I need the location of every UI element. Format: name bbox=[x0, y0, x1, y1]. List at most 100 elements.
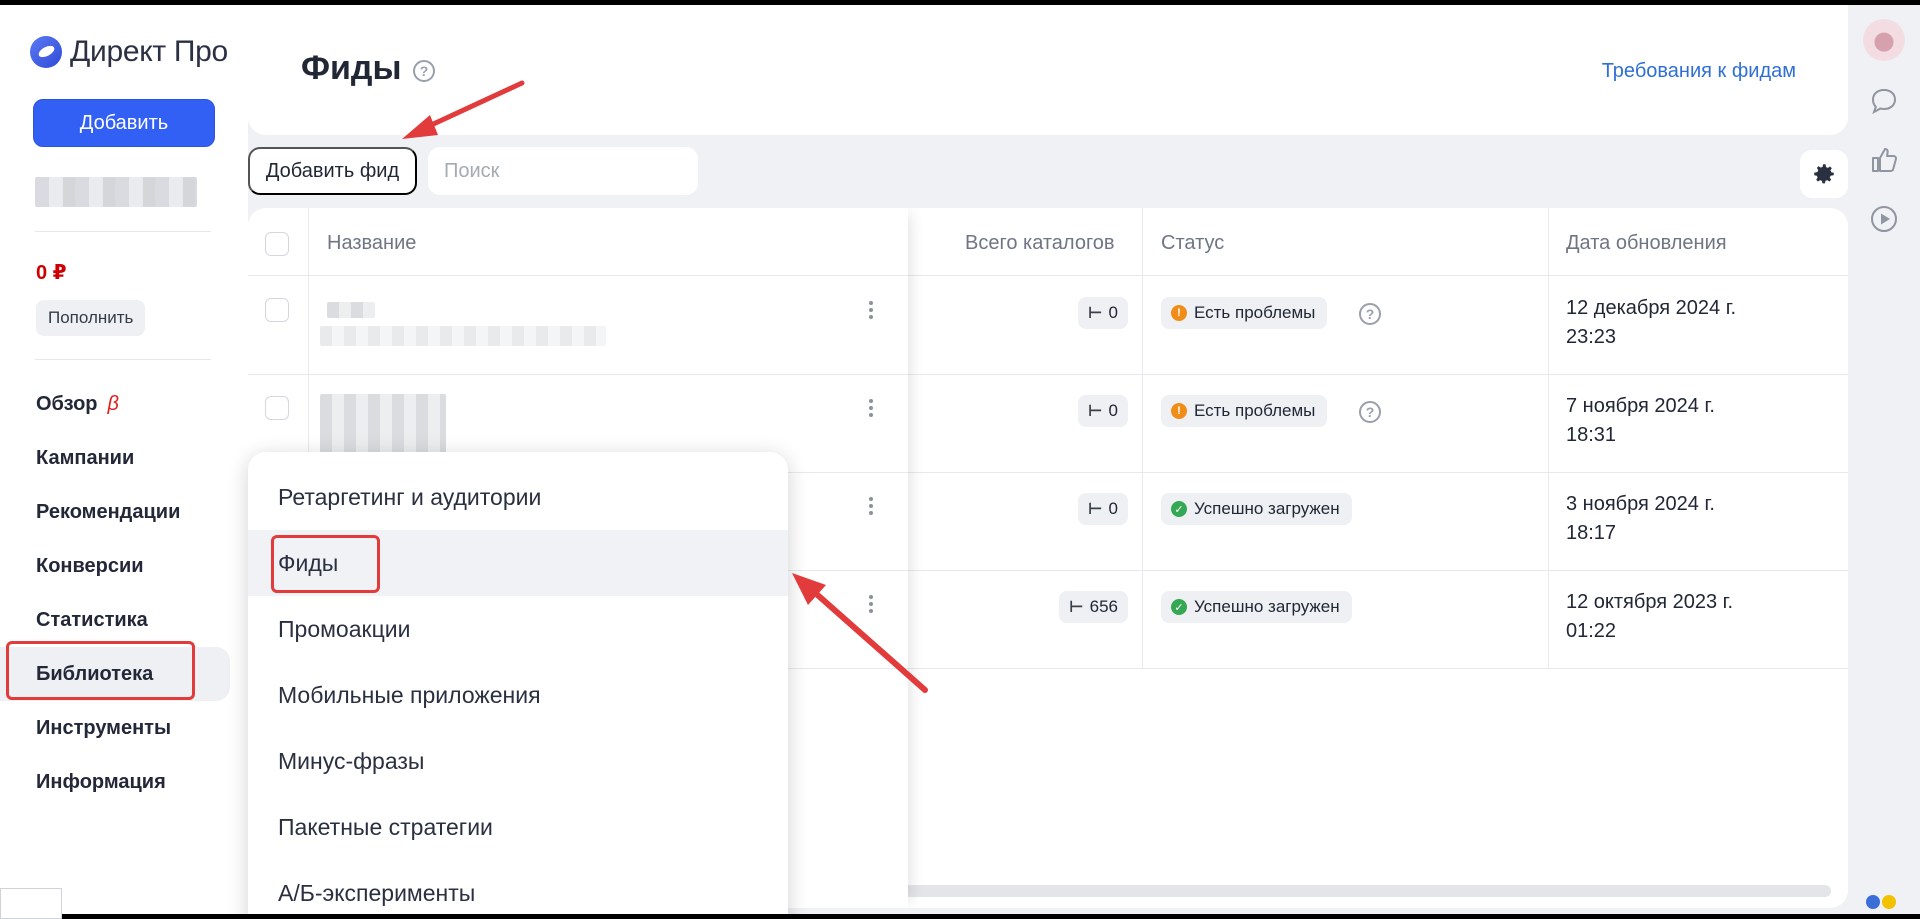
column-header-updated[interactable]: Дата обновления bbox=[1566, 232, 1727, 255]
nav-item-conversions[interactable]: Конверсии bbox=[0, 539, 248, 593]
updated-date: 12 октября 2023 г. 01:22 bbox=[1566, 588, 1733, 646]
nav-item-information[interactable]: Информация bbox=[0, 755, 248, 809]
avatar[interactable] bbox=[1863, 19, 1905, 61]
add-button[interactable]: Добавить bbox=[33, 99, 215, 147]
nav-item-campaigns[interactable]: Кампании bbox=[0, 431, 248, 485]
row-menu-icon[interactable] bbox=[868, 298, 874, 322]
feed-name-redacted[interactable] bbox=[320, 394, 446, 454]
row-menu-icon[interactable] bbox=[868, 396, 874, 420]
status-text: Есть проблемы bbox=[1194, 303, 1316, 322]
updated-date: 7 ноября 2024 г. 18:31 bbox=[1566, 392, 1715, 450]
account-selector[interactable] bbox=[35, 177, 197, 207]
menu-item-negative-keywords[interactable]: Минус-фразы bbox=[248, 728, 788, 794]
divider bbox=[35, 359, 211, 360]
sidebar: Директ Про Добавить 0 ₽ Пополнить Обзор … bbox=[0, 5, 248, 914]
status-badge: ✓ Успешно загружен bbox=[1161, 493, 1352, 525]
table-settings-button[interactable] bbox=[1800, 150, 1848, 198]
search-input[interactable] bbox=[428, 147, 698, 195]
nav-item-label: Рекомендации bbox=[36, 500, 181, 523]
nav-item-overview[interactable]: Обзор β bbox=[0, 377, 248, 431]
column-header-catalogs[interactable]: Всего каталогов bbox=[965, 232, 1115, 255]
updated-date-day: 7 ноября 2024 г. bbox=[1566, 395, 1715, 417]
updated-date: 3 ноября 2024 г. 18:17 bbox=[1566, 490, 1715, 548]
yellow-dot-icon bbox=[1882, 895, 1896, 909]
menu-item-feeds[interactable]: Фиды bbox=[248, 530, 788, 596]
status-badge: ! Есть проблемы bbox=[1161, 395, 1328, 427]
catalog-tree-icon: ⊢ bbox=[1069, 599, 1084, 616]
column-divider bbox=[1142, 208, 1143, 668]
page-header: Фиды ? Требования к фидам bbox=[248, 5, 1848, 135]
feed-requirements-link[interactable]: Требования к фидам bbox=[1602, 60, 1796, 83]
status-badge: ! Есть проблемы bbox=[1161, 297, 1328, 329]
thumbs-up-icon[interactable] bbox=[1868, 144, 1900, 176]
app-root: Директ Про Добавить 0 ₽ Пополнить Обзор … bbox=[0, 5, 1920, 914]
status-text: Успешно загружен bbox=[1194, 499, 1340, 518]
column-header-status[interactable]: Статус bbox=[1161, 232, 1224, 255]
status-help-icon[interactable]: ? bbox=[1359, 303, 1381, 325]
catalog-count-chip: ⊢ 0 bbox=[1077, 395, 1128, 427]
status-badge: ✓ Успешно загружен bbox=[1161, 591, 1352, 623]
menu-item-mobile-apps[interactable]: Мобильные приложения bbox=[248, 662, 788, 728]
updated-date-time: 18:17 bbox=[1566, 522, 1617, 544]
right-rail bbox=[1848, 5, 1920, 914]
menu-item-promotions[interactable]: Промоакции bbox=[248, 596, 788, 662]
row-divider bbox=[248, 374, 908, 375]
catalog-count-chip: ⊢ 0 bbox=[1077, 493, 1128, 525]
logo-icon bbox=[30, 36, 62, 68]
topup-button[interactable]: Пополнить bbox=[36, 300, 146, 336]
row-divider bbox=[248, 275, 908, 276]
warning-icon: ! bbox=[1171, 305, 1187, 321]
nav-item-statistics[interactable]: Статистика bbox=[0, 593, 248, 647]
catalog-count: 656 bbox=[1089, 597, 1118, 616]
row-menu-icon[interactable] bbox=[868, 592, 874, 616]
nav-item-tools[interactable]: Инструменты bbox=[0, 701, 248, 755]
nav-item-library[interactable]: Библиотека bbox=[0, 647, 230, 701]
help-icon[interactable]: ? bbox=[413, 60, 435, 82]
nav-item-label: Конверсии bbox=[36, 554, 144, 577]
theme-indicator bbox=[1866, 895, 1896, 911]
catalog-count-chip: ⊢ 0 bbox=[1077, 297, 1128, 329]
updated-date-day: 12 октября 2023 г. bbox=[1566, 591, 1734, 613]
row-checkbox[interactable] bbox=[265, 298, 289, 322]
add-feed-button[interactable]: Добавить фид bbox=[248, 147, 417, 195]
updated-date-day: 12 декабря 2024 г. bbox=[1566, 297, 1737, 319]
catalog-count-chip: ⊢ 656 bbox=[1059, 591, 1128, 623]
row-checkbox[interactable] bbox=[265, 396, 289, 420]
logo[interactable]: Директ Про bbox=[30, 35, 228, 69]
column-header-name[interactable]: Название bbox=[327, 232, 416, 255]
chat-icon[interactable] bbox=[1868, 85, 1900, 117]
nav-item-recommendations[interactable]: Рекомендации bbox=[0, 485, 248, 539]
logo-text: Директ Про bbox=[70, 35, 228, 68]
catalog-count: 0 bbox=[1108, 401, 1118, 420]
main-nav: Обзор β Кампании Рекомендации Конверсии … bbox=[0, 377, 248, 809]
play-icon[interactable] bbox=[1868, 203, 1900, 235]
catalog-tree-icon: ⊢ bbox=[1087, 403, 1103, 420]
balance: 0 ₽ bbox=[36, 262, 67, 284]
row-menu-icon[interactable] bbox=[868, 494, 874, 518]
gear-icon bbox=[1814, 164, 1834, 184]
page-title: Фиды bbox=[301, 49, 402, 87]
menu-item-package-strategies[interactable]: Пакетные стратегии bbox=[248, 794, 788, 860]
nav-item-label: Кампании bbox=[36, 446, 135, 469]
success-icon: ✓ bbox=[1171, 599, 1187, 615]
updated-date-time: 01:22 bbox=[1566, 620, 1617, 642]
library-submenu: Ретаргетинг и аудитории Фиды Промоакции … bbox=[248, 452, 788, 914]
updated-date: 12 декабря 2024 г. 23:23 bbox=[1566, 294, 1736, 352]
menu-item-retargeting[interactable]: Ретаргетинг и аудитории bbox=[248, 464, 788, 530]
catalog-count: 0 bbox=[1108, 499, 1118, 518]
divider bbox=[35, 231, 211, 232]
updated-date-day: 3 ноября 2024 г. bbox=[1566, 493, 1715, 515]
catalog-tree-icon: ⊢ bbox=[1087, 305, 1103, 322]
status-text: Успешно загружен bbox=[1194, 597, 1340, 616]
menu-item-ab-experiments[interactable]: А/Б-эксперименты bbox=[248, 860, 788, 914]
menu-top-padding bbox=[248, 452, 788, 464]
status-help-icon[interactable]: ? bbox=[1359, 401, 1381, 423]
catalog-count: 0 bbox=[1108, 303, 1118, 322]
feed-name-redacted[interactable] bbox=[327, 302, 375, 318]
select-all-checkbox[interactable] bbox=[265, 232, 289, 256]
feed-url-redacted bbox=[320, 326, 606, 346]
nav-item-label: Статистика bbox=[36, 608, 148, 631]
horizontal-scrollbar[interactable] bbox=[806, 885, 1831, 897]
beta-badge: β bbox=[107, 392, 119, 415]
nav-item-label: Инструменты bbox=[36, 716, 172, 739]
